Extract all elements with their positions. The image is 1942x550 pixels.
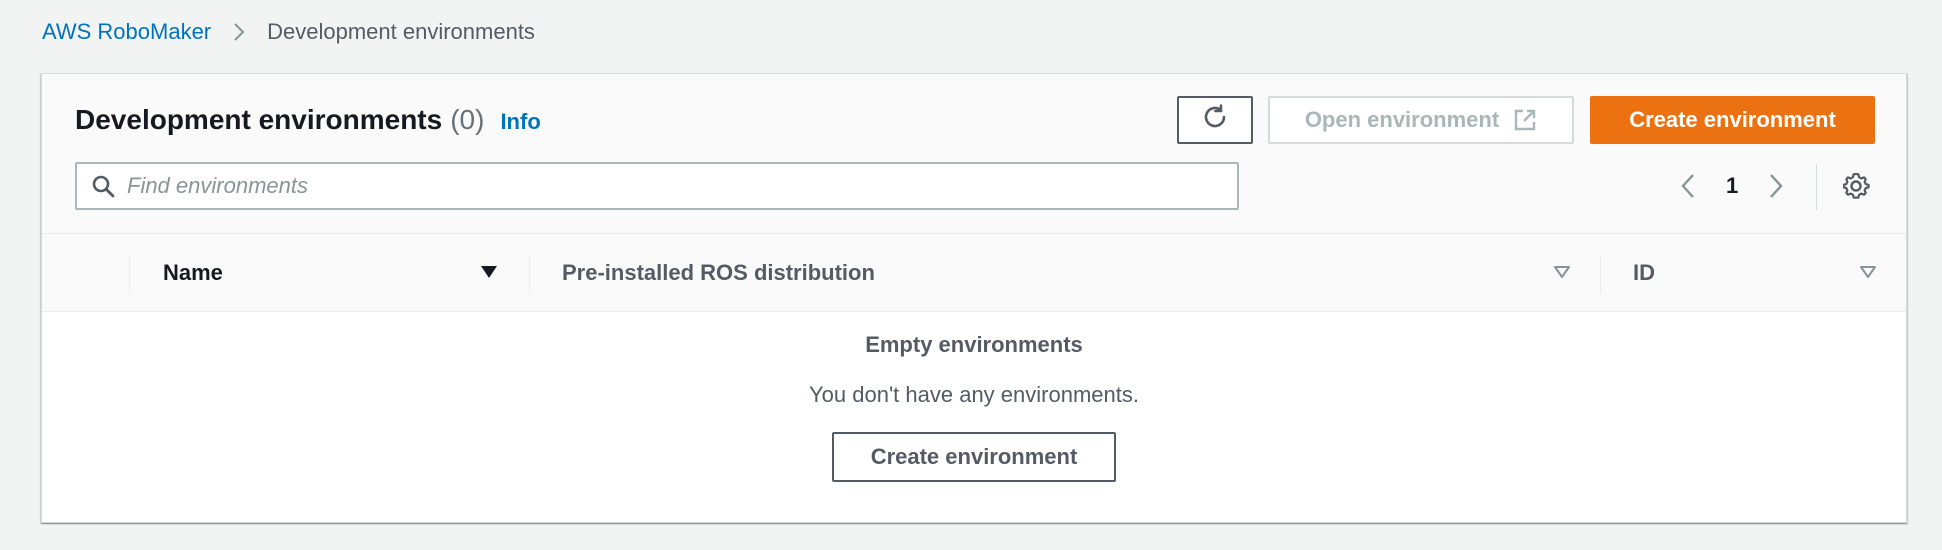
chevron-right-icon — [233, 22, 245, 42]
column-label-id: ID — [1633, 260, 1655, 285]
search-field[interactable] — [75, 162, 1239, 210]
empty-state: Empty environments You don't have any en… — [42, 312, 1906, 524]
column-divider — [529, 256, 530, 294]
environment-count: (0) — [450, 104, 485, 135]
pager-divider — [1816, 164, 1817, 210]
pagination: 1 — [1672, 170, 1792, 202]
title-row: Development environments (0) Info — [75, 104, 541, 136]
column-header-ros-distribution[interactable]: Pre-installed ROS distribution — [562, 234, 1262, 312]
sort-icon[interactable] — [1859, 264, 1877, 280]
sort-descending-icon[interactable] — [480, 264, 498, 280]
column-divider — [1600, 256, 1601, 294]
previous-page-button[interactable] — [1672, 170, 1704, 202]
refresh-button[interactable] — [1177, 96, 1253, 144]
sort-icon[interactable] — [1553, 264, 1571, 280]
column-divider — [129, 256, 130, 294]
environments-panel: Development environments (0) Info Open e… — [41, 73, 1907, 523]
empty-state-title: Empty environments — [865, 332, 1083, 357]
column-header-id[interactable]: ID — [1633, 234, 1833, 312]
open-environment-label: Open environment — [1304, 107, 1500, 132]
empty-state-description: You don't have any environments. — [809, 382, 1139, 407]
panel-header: Development environments (0) Info Open e… — [42, 74, 1906, 234]
column-header-name[interactable]: Name — [163, 234, 443, 312]
create-environment-button[interactable]: Create environment — [1590, 96, 1875, 144]
column-label-ros-distribution: Pre-installed ROS distribution — [562, 260, 875, 285]
external-link-icon — [1513, 108, 1537, 132]
search-input[interactable] — [127, 173, 1207, 199]
next-page-button[interactable] — [1760, 170, 1792, 202]
empty-state-create-button[interactable]: Create environment — [832, 432, 1116, 482]
info-link[interactable]: Info — [500, 109, 540, 135]
breadcrumb: AWS RoboMaker Development environments — [42, 18, 535, 46]
breadcrumb-current: Development environments — [267, 19, 535, 44]
search-icon — [91, 174, 115, 198]
column-label-name: Name — [163, 260, 223, 285]
table-header: Name Pre-installed ROS distribution ID — [42, 234, 1906, 312]
gear-icon[interactable] — [1842, 172, 1872, 202]
open-environment-button[interactable]: Open environment — [1268, 96, 1574, 144]
page-title: Development environments — [75, 104, 443, 135]
breadcrumb-link-robomaker[interactable]: AWS RoboMaker — [42, 19, 211, 45]
refresh-icon — [1201, 103, 1229, 137]
current-page-number[interactable]: 1 — [1726, 173, 1738, 199]
